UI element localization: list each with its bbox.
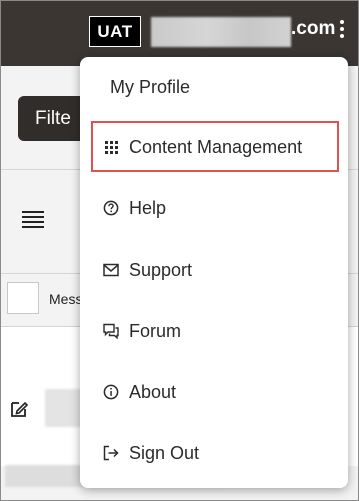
select-all-checkbox[interactable]: [7, 282, 39, 314]
mail-icon: [102, 261, 120, 279]
menu-item-label: Help: [129, 197, 167, 218]
redacted-domain: [151, 17, 291, 47]
menu-item-my-profile[interactable]: My Profile: [80, 67, 348, 107]
menu-item-label: Sign Out: [129, 442, 200, 463]
edit-icon[interactable]: [9, 399, 29, 419]
menu-item-label: About: [129, 381, 177, 402]
menu-item-forum[interactable]: Forum: [80, 311, 348, 351]
more-vertical-icon[interactable]: [337, 20, 347, 44]
menu-item-label: My Profile: [110, 76, 191, 97]
menu-item-content-management[interactable]: Content Management: [80, 127, 348, 167]
menu-item-label: Support: [129, 259, 193, 280]
grid-icon: [102, 138, 120, 156]
info-icon: [102, 383, 120, 401]
help-circle-icon: [102, 199, 120, 217]
message-column-header: Mess: [49, 291, 83, 307]
menu-item-sign-out[interactable]: Sign Out: [80, 433, 348, 473]
menu-item-label: Forum: [129, 320, 182, 341]
app-window: UAT .com Filte Mess My Profile Content M…: [0, 0, 359, 501]
list-view-icon[interactable]: [22, 211, 44, 231]
redacted-cell: [45, 389, 85, 427]
menu-item-about[interactable]: About: [80, 372, 348, 412]
chat-icon: [102, 322, 120, 340]
menu-item-label: Content Management: [129, 136, 303, 157]
menu-item-help[interactable]: Help: [80, 188, 348, 228]
menu-item-support[interactable]: Support: [80, 250, 348, 290]
user-dropdown-menu: My Profile Content Management Help Suppo…: [80, 57, 348, 488]
domain-suffix: .com: [291, 18, 336, 39]
environment-badge: UAT: [89, 16, 141, 47]
sign-out-icon: [102, 444, 120, 462]
